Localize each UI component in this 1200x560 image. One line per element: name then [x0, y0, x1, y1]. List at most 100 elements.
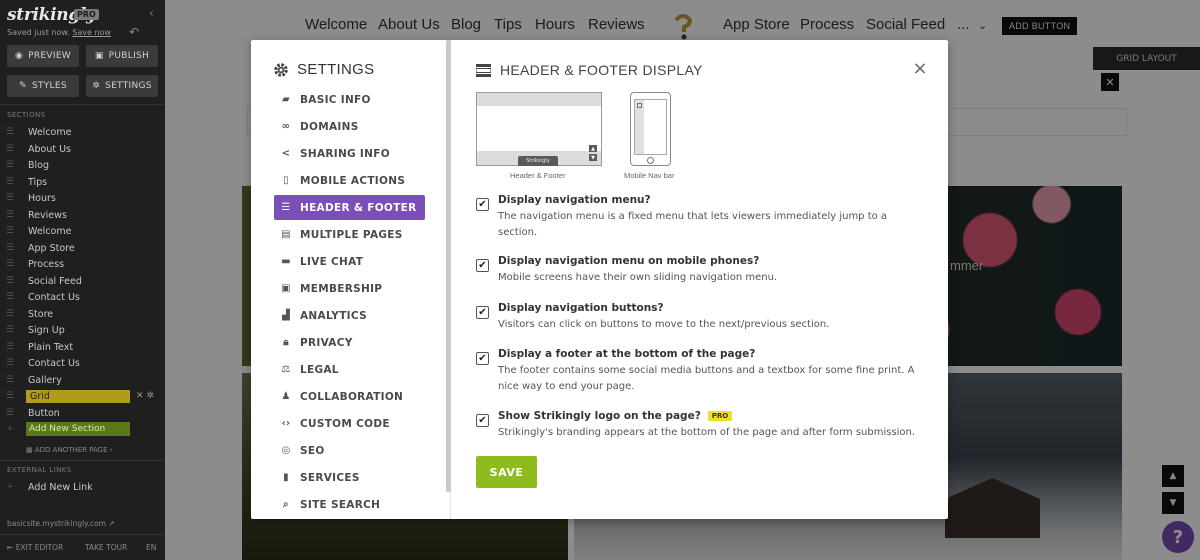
drag-handle-icon[interactable]: ☰	[0, 259, 20, 269]
sidebar-section-item[interactable]: ☰ Blog	[0, 157, 165, 173]
save-button[interactable]: SAVE	[476, 456, 537, 488]
panel-heading-text: HEADER & FOOTER DISPLAY	[500, 62, 703, 78]
section-tools-icons[interactable]: ✕ ✲	[136, 391, 154, 401]
sidebar-section-item[interactable]: ☰ Hours	[0, 190, 165, 206]
sidebar-section-label: Contact Us	[28, 291, 80, 303]
external-link-icon: ↗	[108, 519, 115, 528]
sidebar-section-item[interactable]: ☰ Social Feed	[0, 273, 165, 289]
add-another-page-link[interactable]: ▦ ADD ANOTHER PAGE ›	[26, 446, 113, 454]
drag-handle-icon[interactable]: ☰	[0, 193, 20, 203]
collapse-sidebar-icon[interactable]: ‹	[149, 6, 154, 20]
sidebar-section-item[interactable]: ☰ Button	[0, 405, 165, 421]
drag-handle-icon[interactable]: ☰	[0, 292, 20, 302]
option-title-text: Display navigation menu?	[498, 194, 651, 206]
settings-nav-item[interactable]: ⚖︎ LEGAL	[274, 357, 425, 382]
add-section-icon[interactable]: +	[0, 421, 22, 437]
search-icon: ⌕	[283, 499, 289, 510]
people-icon: ♟	[281, 391, 291, 402]
drag-handle-icon[interactable]: ☰	[0, 127, 20, 137]
language-selector[interactable]: EN	[146, 543, 156, 552]
add-new-link-button[interactable]: + Add New Link	[0, 479, 165, 495]
drag-handle-icon[interactable]: ☰	[0, 375, 20, 385]
publish-label: PUBLISH	[108, 51, 150, 61]
settings-nav-item[interactable]: ☰ HEADER & FOOTER	[274, 195, 425, 220]
gear-icon	[274, 62, 288, 77]
sidebar-section-item[interactable]: ☰ Grid ✕ ✲	[0, 388, 165, 404]
menu-icon	[637, 103, 642, 108]
option-checkbox[interactable]: ✔	[476, 259, 489, 272]
sidebar-section-item[interactable]: ☰ Tips	[0, 174, 165, 190]
option-checkbox[interactable]: ✔	[476, 352, 489, 365]
settings-nav-item[interactable]: ▰ BASIC INFO	[274, 87, 425, 112]
settings-nav: SETTINGS ▰ BASIC INFO ∞ DOMAINS < SHARING INF…	[251, 40, 451, 519]
option-checkbox[interactable]: ✔	[476, 414, 489, 427]
link-icon: ∞	[281, 121, 291, 132]
sidebar-section-label: Sign Up	[28, 324, 65, 336]
settings-nav-label: LIVE CHAT	[300, 255, 364, 268]
settings-nav-label: ANALYTICS	[300, 309, 367, 322]
sidebar-section-item[interactable]: ☰ Reviews	[0, 207, 165, 223]
sidebar-section-item[interactable]: ☰ Welcome	[0, 124, 165, 140]
legal-icon: ⚖︎	[281, 364, 291, 375]
drag-handle-icon[interactable]: ☰	[0, 309, 20, 319]
sidebar-section-item[interactable]: ☰ App Store	[0, 240, 165, 256]
plus-icon: +	[6, 482, 14, 492]
preview-down-arrow-icon: ▼	[589, 154, 597, 161]
sidebar-section-item[interactable]: ☰ Gallery	[0, 372, 165, 388]
preview-button[interactable]: ◉ PREVIEW	[7, 45, 79, 67]
sidebar-section-item[interactable]: ☰ Plain Text	[0, 339, 165, 355]
drag-handle-icon[interactable]: ☰	[0, 325, 20, 335]
drag-handle-icon[interactable]: ☰	[0, 243, 20, 253]
settings-nav-label: PRIVACY	[300, 336, 353, 349]
sidebar-section-item[interactable]: ☰ About Us	[0, 141, 165, 157]
settings-nav-label: BASIC INFO	[300, 93, 371, 106]
undo-icon[interactable]: ↶	[129, 25, 139, 39]
settings-nav-item[interactable]: 🔒︎ PRIVACY	[274, 330, 425, 355]
drag-handle-icon[interactable]: ☰	[0, 144, 20, 154]
settings-nav-item[interactable]: ▤ MULTIPLE PAGES	[274, 222, 425, 247]
drag-handle-icon[interactable]: ☰	[0, 177, 20, 187]
styles-button[interactable]: ✎ STYLES	[7, 75, 79, 97]
take-tour-button[interactable]: TAKE TOUR	[85, 543, 127, 552]
styles-label: STYLES	[31, 81, 67, 91]
option-checkbox[interactable]: ✔	[476, 198, 489, 211]
exit-editor-button[interactable]: ⇤ EXIT EDITOR	[7, 543, 63, 552]
add-new-section-button[interactable]: Add New Section	[26, 422, 130, 436]
settings-nav-item[interactable]: ▯ MOBILE ACTIONS	[274, 168, 425, 193]
drag-handle-icon[interactable]: ☰	[0, 358, 20, 368]
sidebar-section-item[interactable]: ☰ Sign Up	[0, 322, 165, 338]
save-now-link[interactable]: Save now	[72, 28, 111, 37]
publish-button[interactable]: ▣ PUBLISH	[86, 45, 158, 67]
settings-nav-item[interactable]: < SHARING INFO	[274, 141, 425, 166]
preview-brand-tab: Strikingly	[518, 156, 558, 166]
drag-handle-icon[interactable]: ☰	[0, 210, 20, 220]
settings-nav-label: SHARING INFO	[300, 147, 390, 160]
settings-nav-item[interactable]: ▣ MEMBERSHIP	[274, 276, 425, 301]
drag-handle-icon[interactable]: ☰	[0, 408, 20, 418]
settings-nav-label: SERVICES	[300, 471, 360, 484]
nav-scrollbar[interactable]	[446, 40, 451, 492]
close-modal-button[interactable]: ×	[912, 60, 928, 78]
settings-nav-item[interactable]: ▮ SERVICES	[274, 465, 425, 490]
drag-handle-icon[interactable]: ☰	[0, 342, 20, 352]
site-url-link[interactable]: basicsite.mystrikingly.com ↗	[7, 519, 115, 528]
settings-nav-item[interactable]: ▬ LIVE CHAT	[274, 249, 425, 274]
settings-nav-item[interactable]: ♟ COLLABORATION	[274, 384, 425, 409]
settings-nav-item[interactable]: ▟ ANALYTICS	[274, 303, 425, 328]
drag-handle-icon[interactable]: ☰	[0, 276, 20, 286]
drag-handle-icon[interactable]: ☰	[0, 391, 20, 401]
settings-nav-label: LEGAL	[300, 363, 339, 376]
drag-handle-icon[interactable]: ☰	[0, 160, 20, 170]
drag-handle-icon[interactable]: ☰	[0, 226, 20, 236]
settings-nav-item[interactable]: ⌕ SITE SEARCH	[274, 492, 425, 517]
sidebar-section-item[interactable]: ☰ Welcome	[0, 223, 165, 239]
settings-nav-item[interactable]: ‹› CUSTOM CODE	[274, 411, 425, 436]
settings-nav-item[interactable]: ◎ SEO	[274, 438, 425, 463]
sidebar-section-item[interactable]: ☰ Contact Us	[0, 289, 165, 305]
sidebar-section-item[interactable]: ☰ Process	[0, 256, 165, 272]
option-checkbox[interactable]: ✔	[476, 306, 489, 319]
sidebar-section-item[interactable]: ☰ Contact Us	[0, 355, 165, 371]
sidebar-section-item[interactable]: ☰ Store	[0, 306, 165, 322]
settings-button[interactable]: ✲ SETTINGS	[86, 75, 158, 97]
settings-nav-item[interactable]: ∞ DOMAINS	[274, 114, 425, 139]
